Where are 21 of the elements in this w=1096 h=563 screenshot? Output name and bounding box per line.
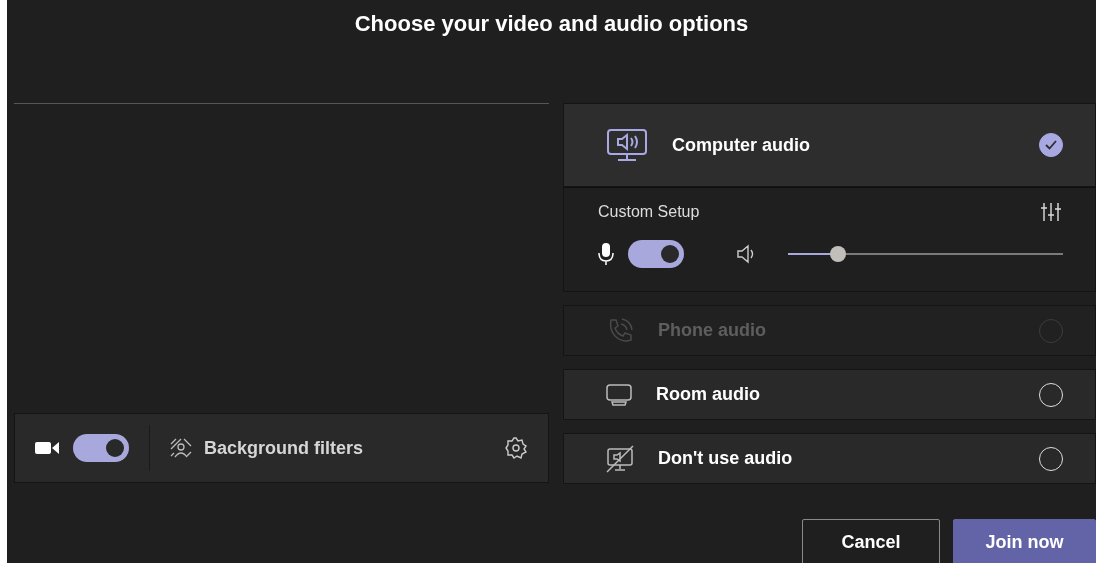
muted-monitor-icon [606, 444, 634, 473]
join-button[interactable]: Join now [953, 519, 1096, 563]
sliders-icon[interactable] [1041, 202, 1063, 222]
cancel-button[interactable]: Cancel [802, 519, 940, 563]
dialog-title: Choose your video and audio options [353, 10, 750, 38]
custom-setup-label: Custom Setup [598, 202, 700, 222]
camera-toggle[interactable] [73, 434, 129, 462]
background-filters-icon [170, 438, 192, 458]
radio-button[interactable] [1039, 133, 1063, 157]
audio-option[interactable]: Computer audio [563, 103, 1096, 187]
monitor-icon [606, 383, 632, 406]
audio-option[interactable]: Don't use audio [563, 433, 1096, 484]
settings-icon[interactable] [504, 436, 528, 460]
slider-thumb[interactable] [829, 246, 846, 262]
microphone-toggle[interactable] [628, 240, 684, 268]
audio-option[interactable]: Room audio [563, 369, 1096, 420]
check-icon [1045, 140, 1057, 150]
computer-speaker-icon [606, 128, 648, 162]
microphone-icon [598, 242, 614, 266]
background-filters-button[interactable]: Background filters [204, 434, 490, 462]
camera-icon [35, 440, 59, 456]
